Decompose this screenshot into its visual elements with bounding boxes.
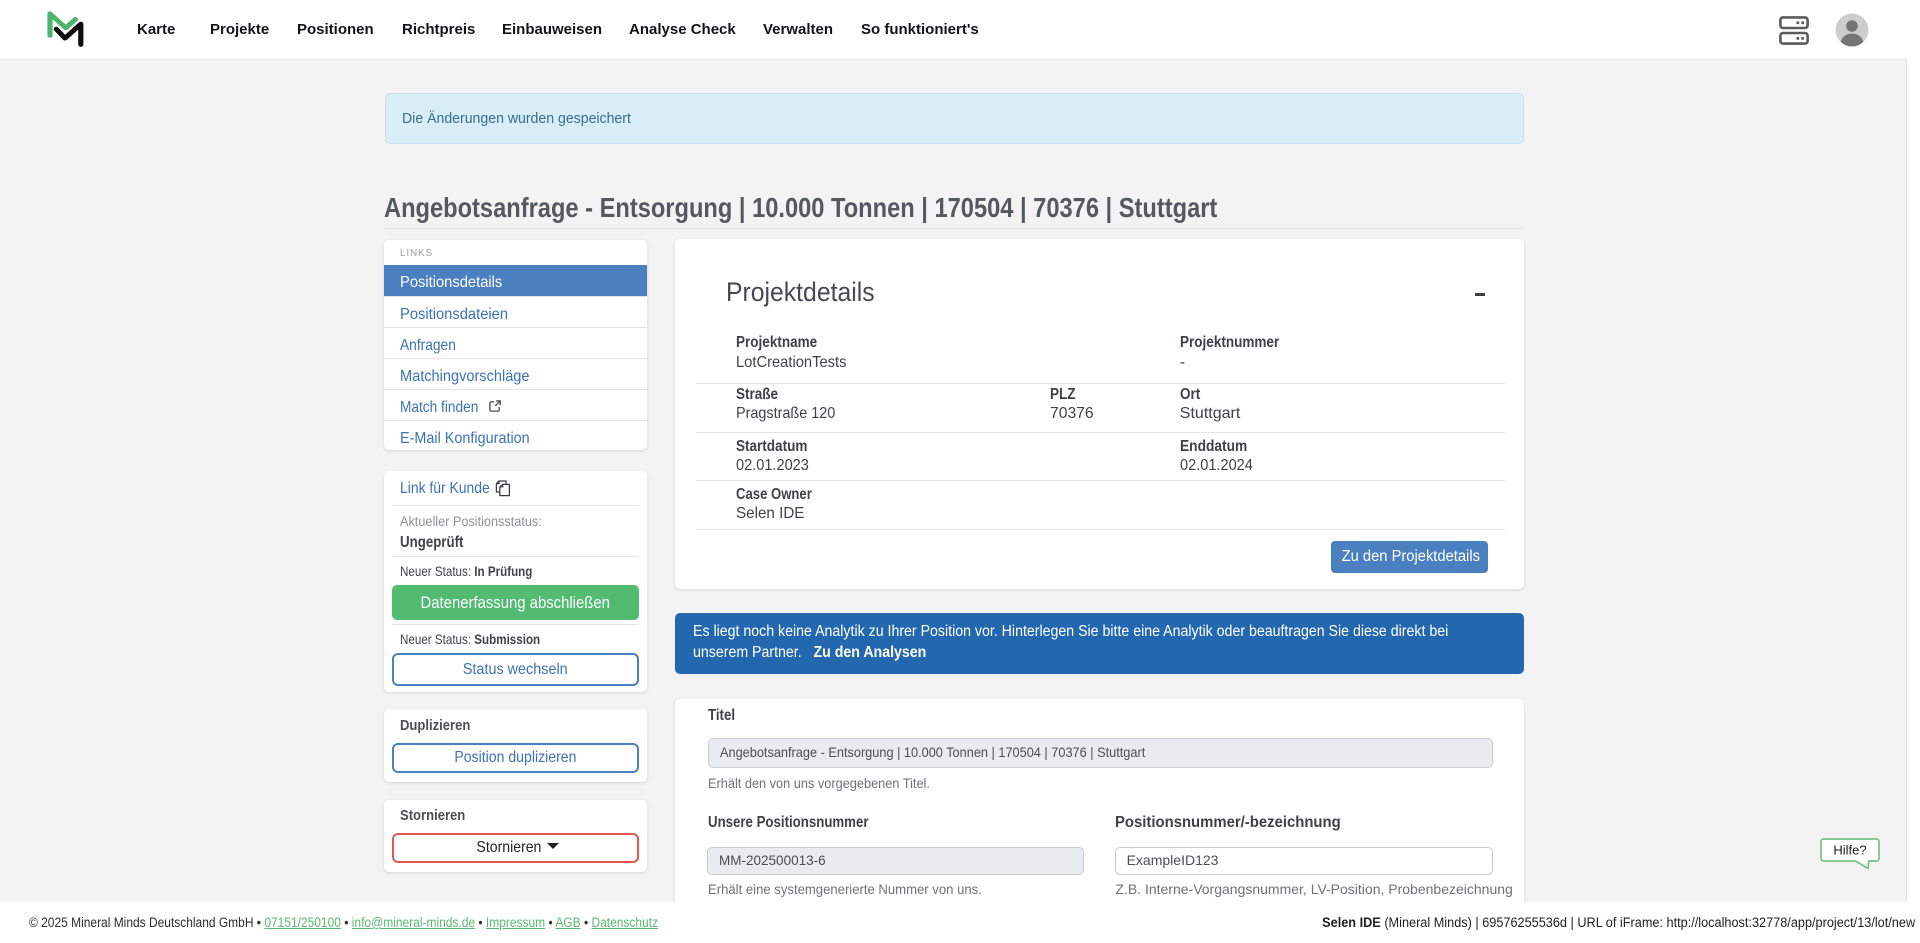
svg-text:Hilfe?: Hilfe? (1833, 843, 1866, 858)
